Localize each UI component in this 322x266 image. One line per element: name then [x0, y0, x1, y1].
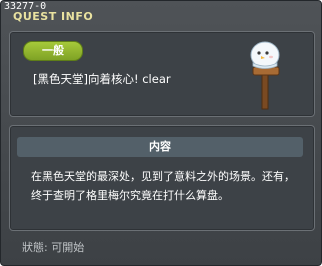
- snowman-signpost-icon: [250, 41, 280, 110]
- quest-status: 狀態: 可開始: [22, 241, 85, 254]
- quest-type-badge: 一般: [23, 41, 83, 61]
- content-header: 内容: [17, 137, 303, 157]
- window-title: QUEST INFO: [13, 10, 94, 23]
- quest-name: [黑色天堂]向着核心! clear: [33, 72, 171, 86]
- quest-description: 在黑色天堂的最深处，见到了意料之外的场景。还有，终于查明了格里梅尔究竟在打什么算…: [31, 170, 295, 202]
- quest-info-window: 33277-0 QUEST INFO 一般 [黑色天堂]向着核心! clear …: [0, 0, 322, 266]
